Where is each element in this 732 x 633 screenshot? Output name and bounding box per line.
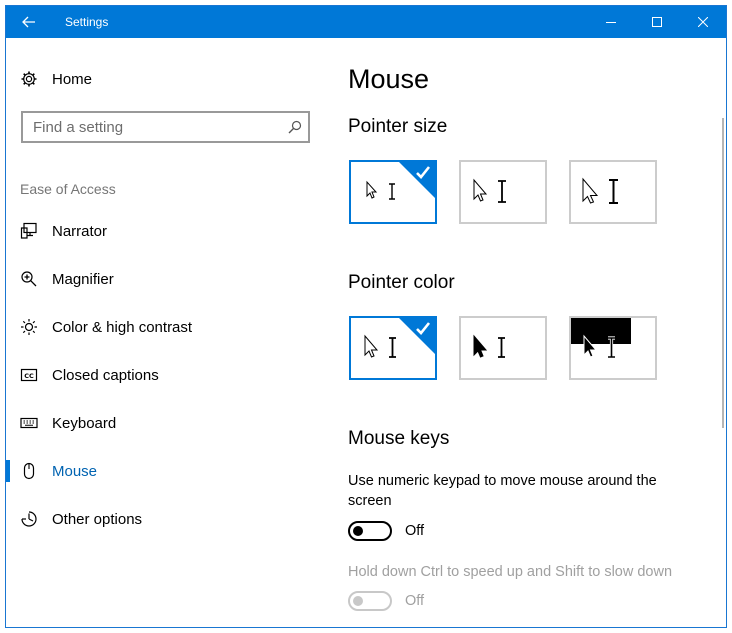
mouse-keys-toggle[interactable] (348, 521, 392, 541)
pointer-size-option-small[interactable] (349, 160, 437, 224)
search-icon[interactable] (288, 120, 302, 134)
active-indicator (6, 460, 10, 482)
brightness-icon (20, 318, 38, 336)
checkmark-icon (399, 162, 435, 198)
title-bar: Settings (6, 6, 726, 38)
close-icon (698, 17, 708, 27)
sidebar-item-label: Mouse (52, 463, 98, 480)
window-title: Settings (65, 15, 109, 29)
sidebar-item-magnifier[interactable]: Magnifier (6, 258, 326, 298)
sidebar-item-color-high-contrast[interactable]: Color & high contrast (6, 306, 326, 346)
sidebar-item-label: Color & high contrast (52, 319, 193, 336)
pointer-large-icon (582, 177, 618, 204)
sidebar-item-label: Keyboard (52, 415, 117, 432)
svg-text:CC: CC (24, 372, 34, 380)
pointer-color-heading: Pointer color (348, 272, 455, 293)
sidebar-item-keyboard[interactable]: Keyboard (6, 402, 326, 442)
home-label: Home (52, 71, 93, 88)
section-heading: Ease of Access (20, 181, 116, 197)
pointer-size-option-large[interactable] (569, 160, 657, 224)
mouse-keys-description: Use numeric keypad to move mouse around … (348, 473, 657, 509)
sidebar-item-other-options[interactable]: Other options (6, 498, 326, 538)
sidebar-item-closed-captions[interactable]: CC Closed captions (6, 354, 326, 394)
settings-window: Settings Home Find a setting Ease of Acc… (5, 5, 727, 628)
pointer-color-option-white[interactable] (349, 316, 437, 380)
back-arrow-icon (22, 16, 35, 28)
pointer-size-option-medium[interactable] (459, 160, 547, 224)
keyboard-icon (20, 414, 38, 432)
sidebar-item-narrator[interactable]: Narrator (6, 210, 326, 250)
pointer-color-option-inverted[interactable] (569, 316, 657, 380)
sidebar-item-label: Magnifier (52, 271, 114, 288)
minimize-button[interactable] (588, 6, 634, 38)
home-link[interactable]: Home (20, 67, 92, 91)
maximize-icon (652, 17, 662, 27)
search-box[interactable]: Find a setting (21, 111, 310, 143)
ctrl-shift-speed-toggle[interactable] (348, 591, 392, 611)
ctrl-shift-speed-toggle-state: Off (405, 593, 425, 609)
other-options-icon (20, 510, 38, 528)
sidebar-item-label: Narrator (52, 223, 108, 240)
narrator-icon (20, 222, 38, 240)
back-button[interactable] (6, 6, 52, 38)
pointer-color-option-black[interactable] (459, 316, 547, 380)
close-button[interactable] (680, 6, 726, 38)
ctrl-shift-speed-description: Hold down Ctrl to speed up and Shift to … (348, 564, 673, 580)
page-title: Mouse (348, 64, 430, 94)
maximize-button[interactable] (634, 6, 680, 38)
pointer-medium-icon (473, 178, 506, 203)
toggle-knob (353, 596, 363, 606)
gear-icon (21, 71, 37, 87)
minimize-icon (606, 22, 616, 23)
mouse-icon (20, 462, 38, 480)
mouse-keys-toggle-state: Off (405, 523, 425, 539)
sidebar-item-label: Other options (52, 511, 143, 528)
toggle-knob (353, 526, 363, 536)
scrollbar[interactable] (722, 118, 724, 428)
search-placeholder: Find a setting (33, 119, 124, 136)
pointer-inverted-icon (571, 318, 631, 359)
checkmark-icon (399, 318, 435, 354)
pointer-black-icon (473, 334, 505, 358)
pointer-size-heading: Pointer size (348, 116, 448, 137)
mouse-keys-heading: Mouse keys (348, 428, 450, 449)
magnifier-icon (20, 270, 38, 288)
closed-captions-icon: CC (20, 366, 38, 384)
sidebar-item-mouse[interactable]: Mouse (6, 450, 326, 490)
sidebar-item-label: Closed captions (52, 367, 159, 384)
